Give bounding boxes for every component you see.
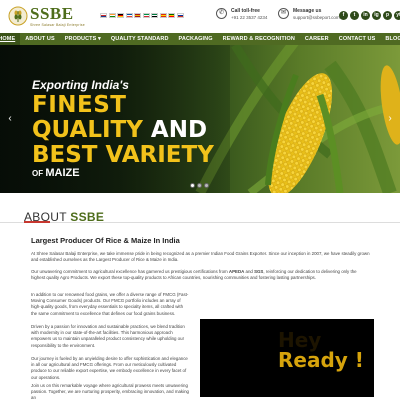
email-contact[interactable]: ✉ Message us support@ssbeport.com	[278, 8, 340, 21]
flag-arabic-icon[interactable]	[151, 13, 158, 18]
video-caption-2: Ready !	[278, 348, 364, 372]
slider-dot[interactable]	[190, 183, 195, 188]
social-icon-in[interactable]: in	[361, 11, 370, 20]
nav-item-home[interactable]: HOME	[0, 33, 21, 45]
email-label: Message us	[293, 8, 322, 14]
title-underline	[24, 221, 50, 223]
nav-item-products[interactable]: PRODUCTS ▾	[60, 33, 106, 45]
wheat-logo-icon	[8, 6, 28, 26]
brand-name: SSBE	[30, 4, 74, 23]
social-links: ftinigpyt	[339, 11, 400, 20]
intro-video[interactable]: Hey Ready !	[200, 319, 374, 397]
section-divider	[0, 222, 400, 223]
about-paragraph-2: Our unwavering commitment to agricultura…	[31, 269, 357, 281]
flag-german-icon[interactable]	[117, 13, 124, 18]
nav-item-packaging[interactable]: PACKAGING	[174, 33, 218, 45]
about-paragraph-1: At Shree Salasar Balaji Enterprise, we t…	[31, 251, 370, 263]
phone-contact[interactable]: ✆ Call toll-free +91 22 3537 4234	[216, 8, 267, 21]
phone-label: Call toll-free	[231, 8, 260, 14]
chevron-left-icon[interactable]: ‹	[6, 113, 14, 125]
slider-dots	[190, 183, 209, 188]
phone-number: +91 22 3537 4234	[231, 15, 268, 20]
slider-dot[interactable]	[197, 183, 202, 188]
top-bar: SSBE Shree Salasar Balaji Enterprise ✆ C…	[0, 0, 400, 33]
flag-english-icon[interactable]	[100, 13, 107, 18]
main-nav: HOME ABOUT US PRODUCTS ▾ QUALITY STANDARD PA…	[0, 33, 400, 45]
flag-portuguese-icon[interactable]	[168, 13, 175, 18]
phone-icon: ✆	[216, 8, 227, 19]
about-paragraph-3: In addition to our renowned food grains,…	[31, 292, 189, 316]
about-heading: Largest Producer Of Rice & Maize In Indi…	[31, 236, 180, 245]
video-caption-1: Hey	[278, 328, 322, 352]
flag-italian-icon[interactable]	[142, 13, 150, 18]
nav-item-contact-us[interactable]: CONTACT US	[334, 33, 381, 45]
mail-icon: ✉	[278, 8, 289, 19]
flag-french-icon[interactable]	[125, 13, 133, 18]
hero-headline-1: FINEST	[32, 92, 127, 118]
nav-item-about-us[interactable]: ABOUT US	[20, 33, 60, 45]
about-paragraph-6: Join us on this remarkable voyage where …	[31, 383, 189, 400]
email-address: support@ssbeport.com	[293, 15, 340, 20]
flag-chinese-icon[interactable]	[159, 13, 167, 18]
social-icon-yt[interactable]: yt	[394, 11, 400, 20]
about-paragraph-4: Driven by a passion for innovation and s…	[31, 324, 185, 348]
hero-headline-3: BEST VARIETY	[32, 142, 214, 168]
nav-item-blog[interactable]: BLOG	[380, 33, 400, 45]
social-icon-f[interactable]: f	[339, 11, 348, 20]
hero-headline-4: OF MAIZE	[32, 167, 80, 179]
hero-slider: Exporting India's FINEST QUALITY AND BES…	[0, 45, 400, 193]
flag-spanish-icon[interactable]	[134, 13, 141, 18]
language-flags	[100, 13, 184, 19]
nav-item-quality-standard[interactable]: QUALITY STANDARD	[106, 33, 174, 45]
nav-item-reward-recognition[interactable]: REWARD & RECOGNITION	[218, 33, 300, 45]
hero-headline-2: QUALITY AND	[32, 117, 208, 143]
chevron-right-icon[interactable]: ›	[386, 113, 394, 125]
brand-tagline: Shree Salasar Balaji Enterprise	[30, 23, 85, 27]
social-icon-t[interactable]: t	[350, 11, 359, 20]
social-icon-ig[interactable]: ig	[372, 11, 381, 20]
brand-logo[interactable]: SSBE Shree Salasar Balaji Enterprise	[8, 4, 85, 29]
slider-dot[interactable]	[204, 183, 209, 188]
hero-subtitle: Exporting India's	[32, 78, 129, 92]
flag-hindi-icon[interactable]	[108, 13, 116, 18]
flag-russian-icon[interactable]	[176, 13, 184, 18]
nav-item-career[interactable]: CAREER	[300, 33, 334, 45]
social-icon-p[interactable]: p	[383, 11, 392, 20]
about-paragraph-5: Our journey is fueled by an unyielding d…	[31, 356, 188, 380]
